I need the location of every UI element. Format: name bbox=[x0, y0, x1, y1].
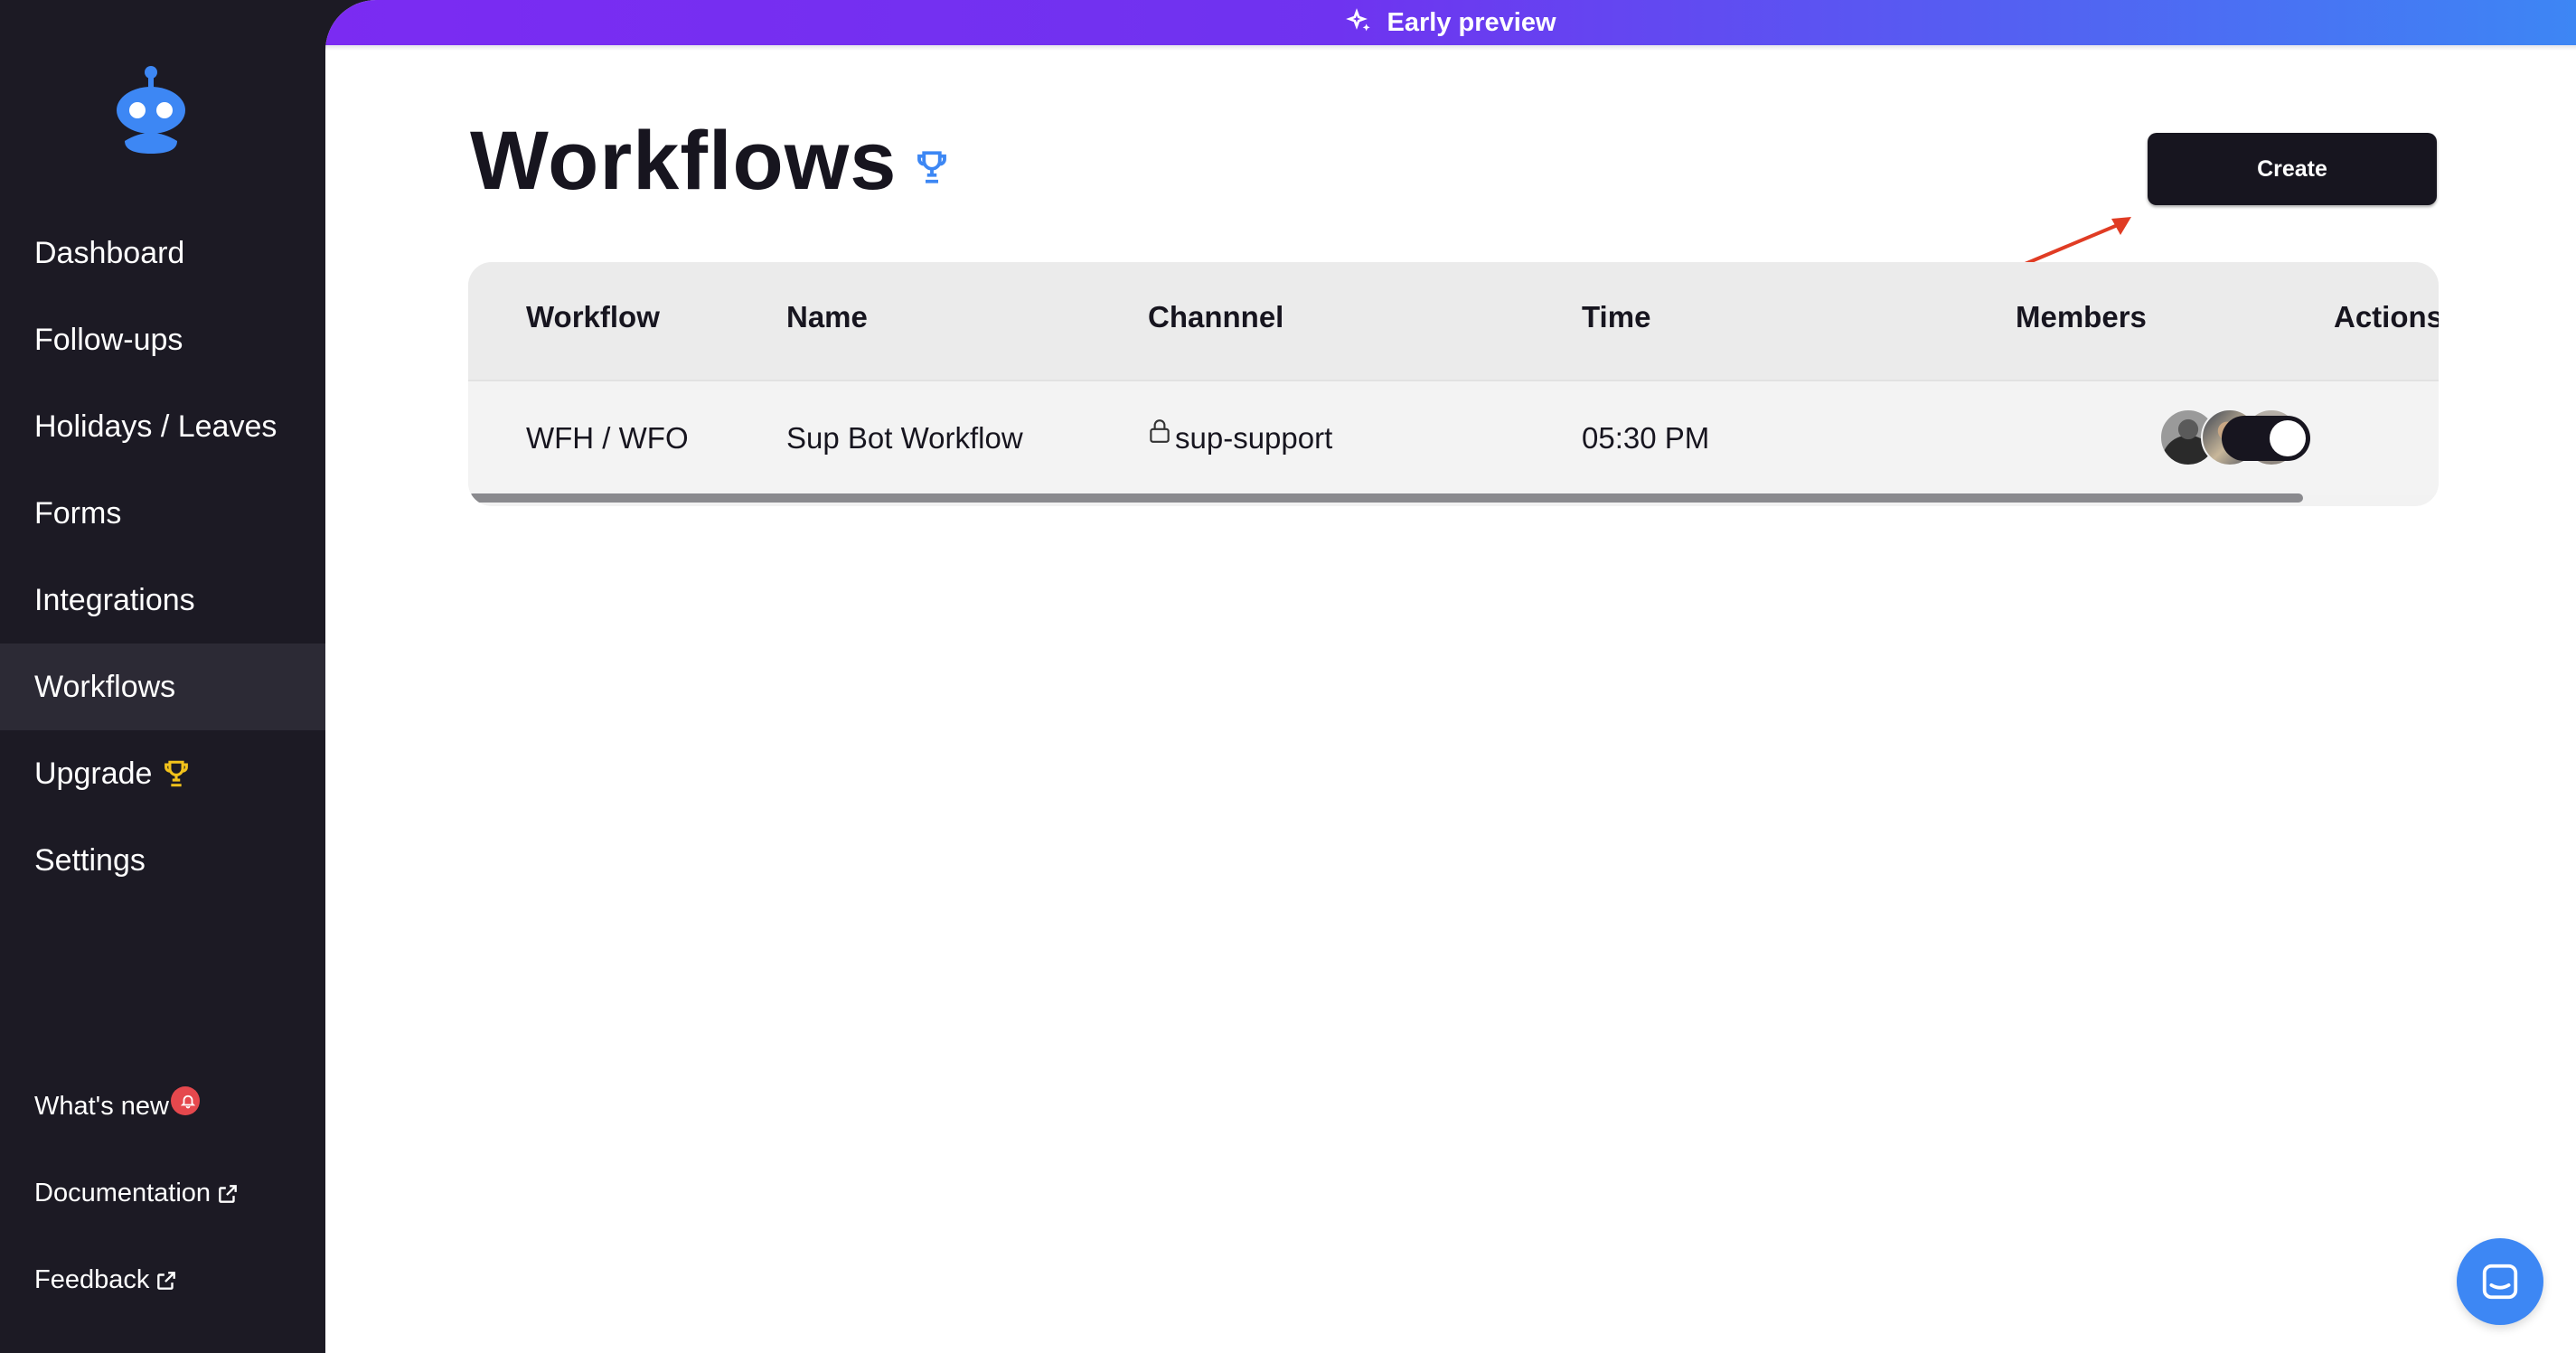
page-header: Workflows bbox=[470, 114, 951, 209]
sidebar-item-label: Dashboard bbox=[34, 235, 185, 270]
workflow-type-cell: WFH / WFO bbox=[526, 421, 689, 455]
sidebar-item-upgrade[interactable]: Upgrade bbox=[0, 730, 325, 817]
lock-icon bbox=[1150, 419, 1170, 443]
whats-new-link[interactable]: What's new bbox=[34, 1085, 200, 1122]
page-title: Workflows bbox=[470, 115, 898, 207]
sidebar-item-follow-ups[interactable]: Follow-ups bbox=[0, 296, 325, 383]
sidebar-item-dashboard[interactable]: Dashboard bbox=[0, 210, 325, 296]
sidebar-item-integrations[interactable]: Integrations bbox=[0, 557, 325, 644]
sidebar-item-label: Follow-ups bbox=[34, 322, 183, 357]
channel-name: sup-support bbox=[1175, 421, 1333, 455]
sidebar: Dashboard Follow-ups Holidays / Leaves F… bbox=[0, 0, 325, 1353]
column-header-name: Name bbox=[786, 300, 868, 334]
sidebar-item-label: Integrations bbox=[34, 582, 195, 617]
horizontal-scrollbar[interactable] bbox=[468, 493, 2303, 503]
workflow-name-cell: Sup Bot Workflow bbox=[786, 421, 1023, 455]
column-header-channel: Channnel bbox=[1148, 300, 1284, 334]
column-header-time: Time bbox=[1582, 300, 1651, 334]
external-link-icon bbox=[219, 1184, 237, 1203]
channel-cell: sup-support bbox=[1148, 419, 1333, 456]
main-content: Early preview Workflows Create Workflow … bbox=[325, 0, 2576, 1353]
sparkles-icon bbox=[1345, 8, 1370, 32]
robot-logo-icon[interactable] bbox=[112, 65, 190, 159]
toggle-knob bbox=[2270, 420, 2306, 456]
column-header-members: Members bbox=[2016, 300, 2147, 334]
bell-icon bbox=[170, 1085, 200, 1115]
documentation-link[interactable]: Documentation bbox=[34, 1179, 240, 1208]
sidebar-item-forms[interactable]: Forms bbox=[0, 470, 325, 557]
chat-support-button[interactable] bbox=[2457, 1238, 2543, 1325]
table-row[interactable]: WFH / WFO Sup Bot Workflow sup-support 0… bbox=[468, 380, 2439, 495]
early-preview-banner: Early preview bbox=[325, 0, 2576, 45]
sidebar-item-label: Holidays / Leaves bbox=[34, 409, 277, 444]
sidebar-item-label: Workflows bbox=[34, 669, 176, 704]
trophy-icon[interactable] bbox=[913, 148, 951, 186]
column-header-actions: Actions bbox=[2334, 300, 2439, 334]
time-cell: 05:30 PM bbox=[1582, 421, 1710, 455]
feedback-label: Feedback bbox=[34, 1265, 150, 1294]
chat-icon bbox=[2482, 1264, 2518, 1300]
banner-divider bbox=[325, 45, 2576, 51]
create-button[interactable]: Create bbox=[2148, 133, 2437, 205]
trophy-icon bbox=[165, 760, 189, 787]
sidebar-item-workflows[interactable]: Workflows bbox=[0, 644, 325, 730]
external-link-icon bbox=[157, 1271, 176, 1290]
banner-label: Early preview bbox=[1387, 7, 1556, 37]
sidebar-item-label: Settings bbox=[34, 842, 146, 878]
table-header-row: Workflow Name Channnel Time Members Acti… bbox=[468, 262, 2439, 380]
sidebar-item-label: Upgrade bbox=[34, 756, 153, 791]
workflows-table: Workflow Name Channnel Time Members Acti… bbox=[468, 262, 2439, 506]
column-header-workflow: Workflow bbox=[526, 300, 660, 334]
workflow-enabled-toggle[interactable] bbox=[2222, 416, 2310, 461]
sidebar-item-holidays-leaves[interactable]: Holidays / Leaves bbox=[0, 383, 325, 470]
documentation-label: Documentation bbox=[34, 1179, 212, 1207]
sidebar-item-label: Forms bbox=[34, 495, 122, 531]
whats-new-label: What's new bbox=[34, 1092, 169, 1121]
feedback-link[interactable]: Feedback bbox=[34, 1265, 178, 1295]
sidebar-item-settings[interactable]: Settings bbox=[0, 817, 325, 904]
